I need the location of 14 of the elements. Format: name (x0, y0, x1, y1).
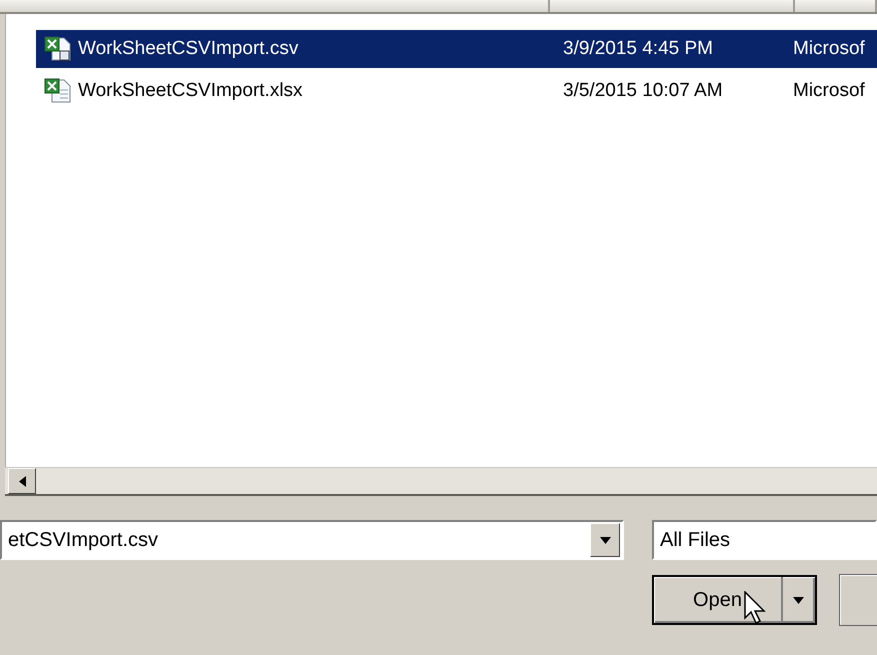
spreadsheet-file-icon (44, 36, 72, 62)
mouse-pointer-icon (744, 591, 766, 625)
horizontal-scrollbar[interactable] (5, 467, 877, 496)
caret-icon (793, 596, 804, 604)
spreadsheet-file-icon (44, 78, 72, 104)
open-button[interactable]: Open (652, 575, 817, 625)
left-arrow-icon (18, 476, 26, 486)
file-name-field[interactable]: etCSVImport.csv (0, 520, 624, 560)
file-row[interactable]: WorkSheetCSVImport.xlsx 3/5/2015 10:07 AM Microsof (36, 72, 877, 110)
caret-icon (600, 536, 610, 544)
file-type-field[interactable]: All Files (652, 520, 877, 560)
scroll-left-button[interactable] (8, 468, 36, 494)
file-row[interactable]: WorkSheetCSVImport.csv 3/9/2015 4:45 PM Microsof (36, 30, 877, 68)
dropdown-button[interactable] (590, 523, 620, 557)
